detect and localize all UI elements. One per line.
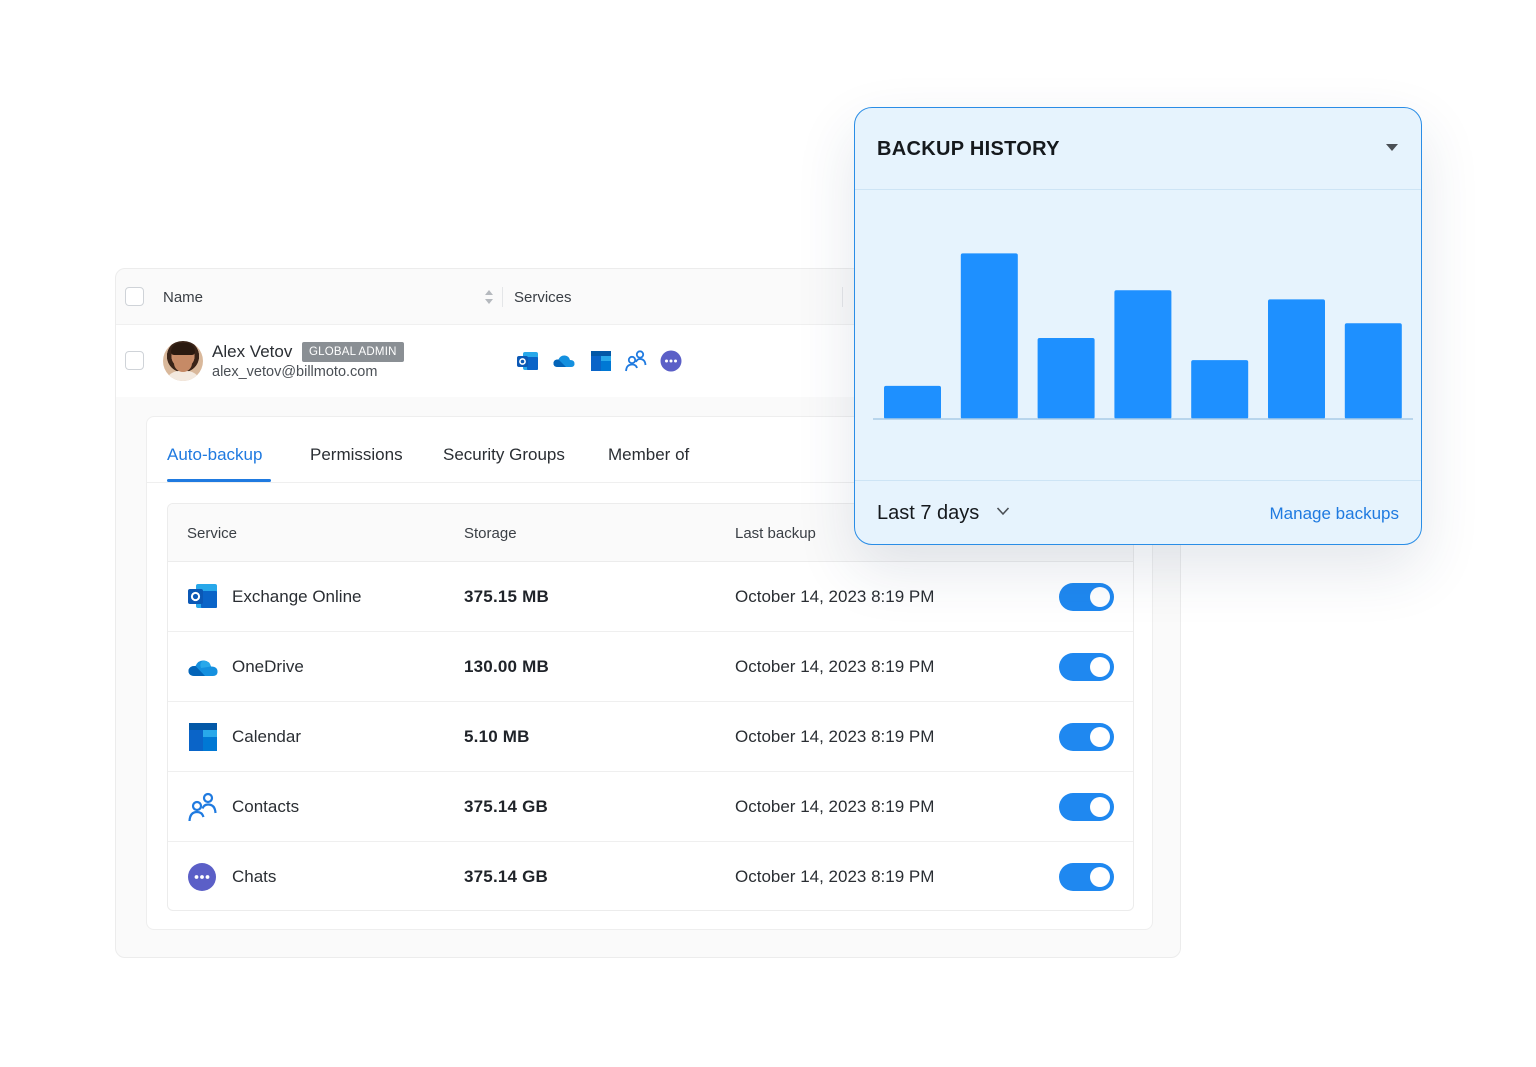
auto-backup-toggle[interactable] (1059, 653, 1114, 681)
avatar (163, 341, 203, 381)
name-column-header[interactable]: Name (163, 289, 203, 306)
services-column-header: Services (514, 289, 572, 306)
backup-history-popup: BACKUP HISTORY Last 7 days Manage backup… (854, 107, 1422, 545)
backup-history-title: BACKUP HISTORY (877, 138, 1060, 160)
onedrive-icon (553, 355, 575, 367)
tab-auto-backup[interactable]: Auto-backup (167, 445, 262, 465)
storage-value: 375.14 GB (464, 797, 549, 816)
storage-value: 5.10 MB (464, 727, 530, 746)
history-bar (960, 253, 1018, 419)
select-all-checkbox[interactable] (125, 287, 144, 306)
column-divider (842, 287, 843, 307)
storage-column-header: Storage (464, 525, 517, 542)
service-name: OneDrive (232, 657, 304, 676)
calendar-icon (591, 351, 611, 371)
sort-icon[interactable] (484, 288, 494, 306)
table-row: Contacts 375.14 GB October 14, 2023 8:19… (168, 772, 1133, 842)
auto-backup-table: Service Storage Last backup Exchange Onl… (167, 503, 1134, 911)
chevron-down-icon[interactable] (996, 506, 1010, 516)
tab-security-groups[interactable]: Security Groups (443, 445, 565, 465)
active-tab-indicator (167, 479, 271, 482)
user-name[interactable]: Alex Vetov (212, 342, 292, 362)
calendar-icon (189, 723, 217, 751)
table-row: Exchange Online 375.15 MB October 14, 20… (168, 562, 1133, 632)
last-backup-value: October 14, 2023 8:19 PM (735, 727, 935, 746)
manage-backups-link[interactable]: Manage backups (1270, 504, 1399, 524)
history-bar (884, 385, 941, 419)
last-backup-value: October 14, 2023 8:19 PM (735, 587, 935, 606)
auto-backup-toggle[interactable] (1059, 863, 1114, 891)
auto-backup-toggle[interactable] (1059, 723, 1114, 751)
service-name: Chats (232, 867, 277, 886)
last-backup-value: October 14, 2023 8:19 PM (735, 797, 935, 816)
role-badge: GLOBAL ADMIN (302, 342, 404, 362)
contacts-icon (625, 350, 647, 372)
table-row: OneDrive 130.00 MB October 14, 2023 8:19… (168, 632, 1133, 702)
auto-backup-toggle[interactable] (1059, 793, 1114, 821)
user-email: alex_vetov@billmoto.com (212, 364, 378, 380)
exchange-icon (517, 352, 538, 370)
chats-icon (188, 863, 216, 891)
service-name: Contacts (232, 797, 300, 816)
backup-history-footer: Last 7 days Manage backups (855, 480, 1421, 544)
history-bar (1037, 338, 1095, 419)
history-bar (1268, 299, 1325, 419)
last-backup-column-header: Last backup (735, 525, 816, 542)
storage-value: 130.00 MB (464, 657, 549, 676)
onedrive-icon (188, 660, 218, 676)
service-name: Exchange Online (232, 587, 362, 606)
last-backup-value: October 14, 2023 8:19 PM (735, 867, 935, 886)
date-range-select[interactable]: Last 7 days (877, 502, 979, 525)
contacts-icon (188, 792, 217, 822)
service-column-header: Service (187, 525, 238, 542)
last-backup-value: October 14, 2023 8:19 PM (735, 657, 935, 676)
storage-value: 375.15 MB (464, 587, 549, 606)
caret-down-icon[interactable] (1386, 144, 1398, 151)
user-row-checkbox[interactable] (125, 351, 144, 370)
history-bar (1344, 323, 1402, 419)
backup-history-chart (873, 253, 1413, 420)
table-row: Calendar 5.10 MB October 14, 2023 8:19 P… (168, 702, 1133, 772)
history-bar (1114, 290, 1172, 419)
auto-backup-toggle[interactable] (1059, 583, 1114, 611)
history-bar (1191, 360, 1249, 419)
tab-member-of[interactable]: Member of (608, 445, 689, 465)
chats-icon (660, 350, 682, 372)
backup-history-header[interactable]: BACKUP HISTORY (855, 108, 1421, 190)
service-name: Calendar (232, 727, 301, 746)
exchange-icon (188, 584, 217, 608)
storage-value: 375.14 GB (464, 867, 549, 886)
column-divider (502, 287, 503, 307)
table-row: Chats 375.14 GB October 14, 2023 8:19 PM (168, 842, 1133, 910)
tab-permissions[interactable]: Permissions (310, 445, 403, 465)
